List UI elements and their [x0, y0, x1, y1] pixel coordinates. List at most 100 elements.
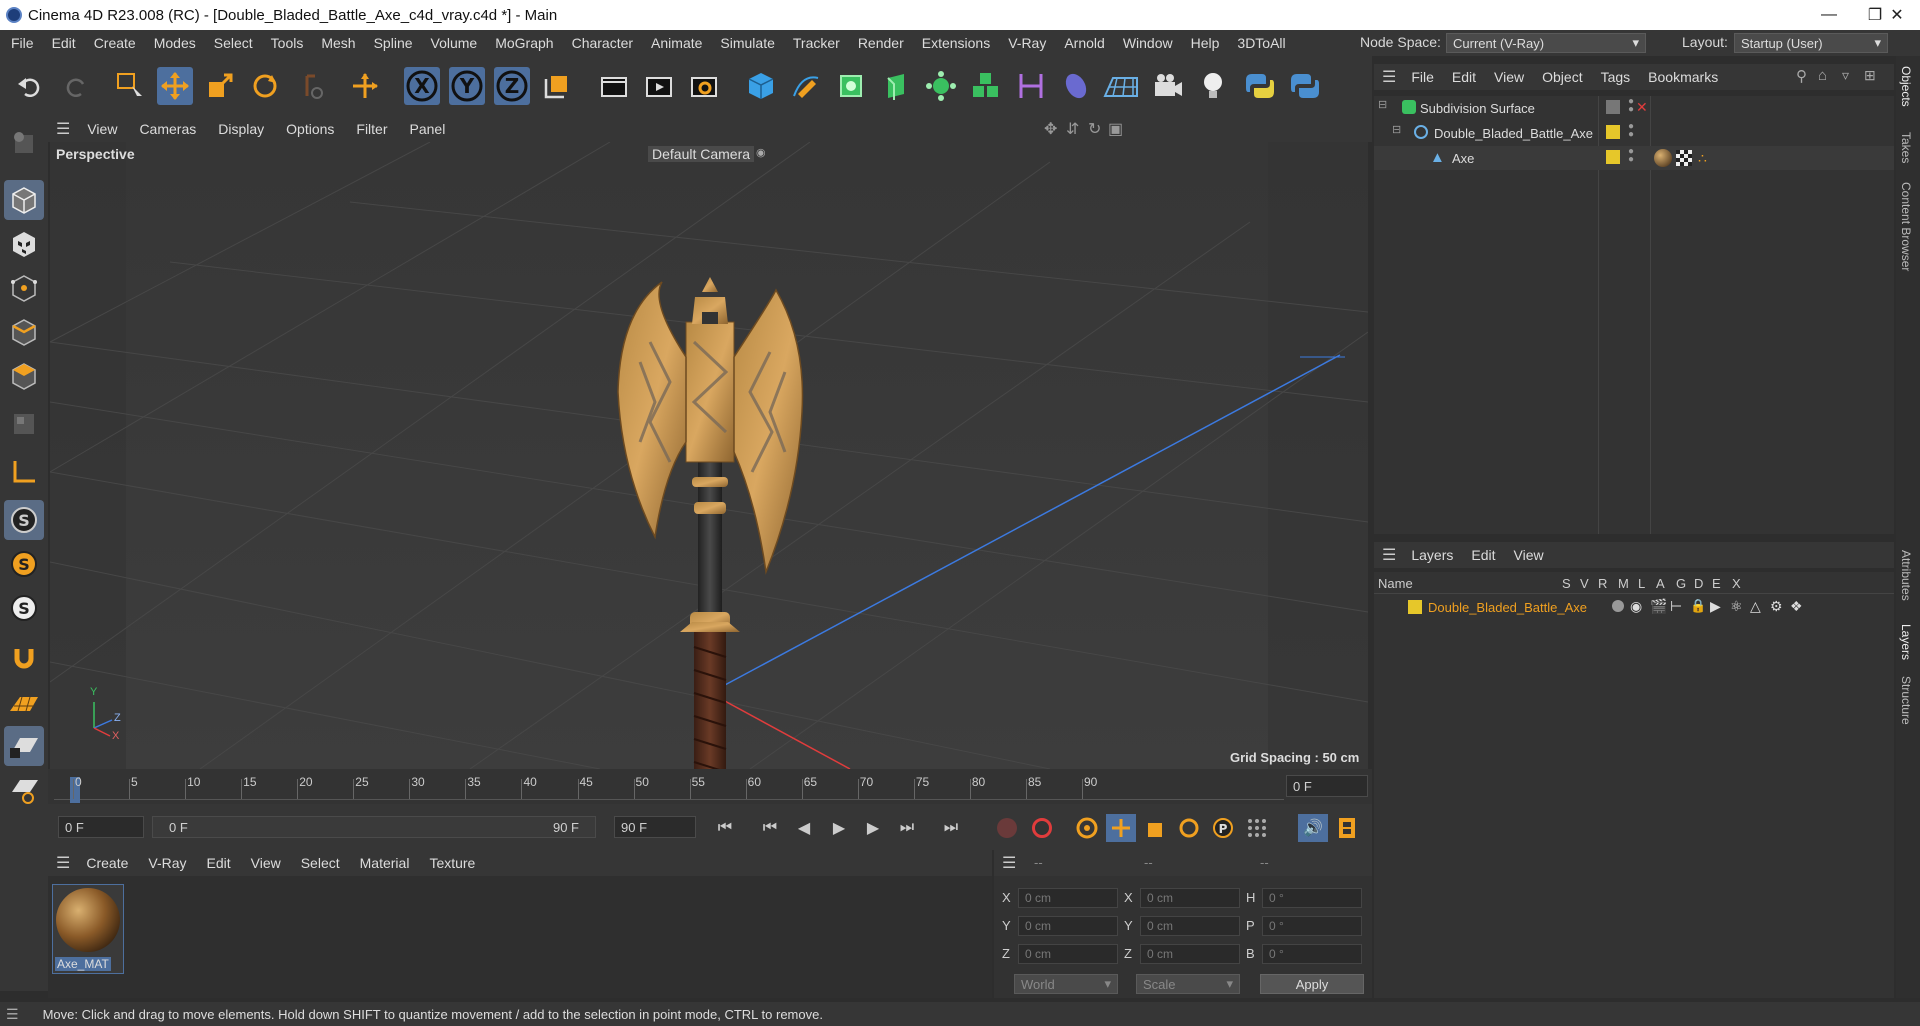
phong-tag-icon[interactable]: ∴ [1698, 150, 1707, 167]
object-menu-item-bookmarks[interactable]: Bookmarks [1639, 69, 1727, 85]
layer-manager-icon[interactable]: ⊢ [1670, 598, 1682, 615]
rot-p-field[interactable]: 0 ° [1262, 916, 1362, 936]
pos-z-field[interactable]: 0 cm [1018, 944, 1118, 964]
render-settings-icon[interactable] [686, 67, 722, 105]
previous-key-button[interactable]: ⏮ [755, 814, 785, 842]
render-region-icon[interactable] [596, 67, 632, 105]
scale-tool-icon[interactable] [202, 67, 238, 105]
layer-menu-item-layers[interactable]: Layers [1402, 547, 1462, 563]
visibility-dots-icon[interactable]: ● ● [1628, 147, 1634, 165]
mograph-cubes-icon[interactable] [968, 67, 1004, 105]
key-pla-icon[interactable] [1242, 814, 1272, 842]
solo-mode-icon[interactable]: S [4, 500, 44, 540]
y-axis-lock-button[interactable]: Y [449, 67, 485, 105]
field-icon[interactable] [1058, 67, 1094, 105]
model-mode-icon[interactable] [4, 180, 44, 220]
size-x-field[interactable]: 0 cm [1140, 888, 1240, 908]
layer-color-icon[interactable] [1606, 150, 1620, 164]
undo-button[interactable] [12, 67, 48, 105]
menu-item-volume[interactable]: Volume [422, 35, 487, 51]
snap-magnet-icon[interactable] [4, 638, 44, 678]
key-parameter-icon[interactable]: P [1208, 814, 1238, 842]
object-row-battle-axe[interactable]: ⊟ Double_Bladed_Battle_Axe ● ● [1374, 121, 1894, 145]
go-to-start-button[interactable]: ⏮ [710, 814, 740, 842]
layer-column-x[interactable]: X [1732, 576, 1741, 591]
menu-item-modes[interactable]: Modes [145, 35, 205, 51]
key-position-icon[interactable] [1106, 814, 1136, 842]
tab-objects[interactable]: Objects [1899, 66, 1913, 107]
menu-item-extensions[interactable]: Extensions [913, 35, 999, 51]
object-menu-item-file[interactable]: File [1402, 69, 1443, 85]
locked-workplane-icon[interactable] [4, 726, 44, 766]
layer-expressions-icon[interactable]: ⚙ [1770, 598, 1783, 615]
next-key-button[interactable]: ⏭ [892, 814, 922, 842]
viewport-move-icon[interactable]: ✥ [1044, 119, 1057, 139]
new-view-icon[interactable]: ⊞ [1864, 67, 1876, 84]
material-menu-item-select[interactable]: Select [291, 855, 350, 871]
coords-menu-icon[interactable]: ☰ [1002, 853, 1016, 873]
next-frame-button[interactable]: ▶ [858, 814, 888, 842]
node-space-dropdown[interactable]: Current (V-Ray) ▾ [1446, 33, 1646, 53]
size-z-field[interactable]: 0 cm [1140, 944, 1240, 964]
range-slider[interactable]: 0 F 90 F [152, 816, 596, 838]
tab-takes[interactable]: Takes [1899, 132, 1913, 163]
edge-mode-icon[interactable] [4, 312, 44, 352]
menu-item-3dtoall[interactable]: 3DToAll [1228, 35, 1294, 51]
menu-item-file[interactable]: File [2, 35, 43, 51]
solo-hierarchy-icon[interactable]: S [4, 544, 44, 584]
home-icon[interactable]: ⌂ [1818, 67, 1827, 84]
texture-mode-icon[interactable] [4, 224, 44, 264]
camera-icon[interactable] [1150, 67, 1186, 105]
coordinate-system-icon[interactable] [539, 67, 575, 105]
cube-object-icon[interactable] [743, 67, 779, 105]
layer-column-s[interactable]: S [1562, 576, 1571, 591]
size-mode-dropdown[interactable]: Scale ▾ [1136, 974, 1240, 994]
coordinate-mode-dropdown[interactable]: World ▾ [1014, 974, 1118, 994]
timeline-ruler[interactable]: 0 5 10 15 20 25 30 35 40 45 50 55 60 65 70 75 80 85 90 0 F [48, 769, 1372, 804]
start-frame-field[interactable]: 0 F [58, 816, 144, 838]
layer-column-m[interactable]: M [1618, 576, 1629, 591]
object-row-subdivision[interactable]: ⊟ Subdivision Surface ● ● ✕ [1374, 96, 1894, 120]
camera-label[interactable]: Default Camera [648, 146, 755, 162]
menu-item-window[interactable]: Window [1114, 35, 1182, 51]
pen-spline-icon[interactable] [788, 67, 824, 105]
viewport-rotate-icon[interactable]: ↻ [1088, 119, 1101, 139]
visibility-dots-icon[interactable]: ● ● [1628, 122, 1634, 140]
sound-icon[interactable]: 🔊 [1298, 814, 1328, 842]
layer-animation-icon[interactable]: ▶ [1710, 598, 1721, 615]
material-item[interactable]: Axe_MAT [52, 884, 124, 974]
object-menu-item-object[interactable]: Object [1533, 69, 1591, 85]
solo-off-icon[interactable]: S [4, 588, 44, 628]
menu-item-tracker[interactable]: Tracker [784, 35, 849, 51]
viewport-menu-item-options[interactable]: Options [275, 121, 345, 137]
viewport-zoom-icon[interactable]: ⇵ [1066, 119, 1079, 139]
menu-item-mograph[interactable]: MoGraph [486, 35, 562, 51]
layer-row[interactable]: Double_Bladed_Battle_Axe ◉ 🎬 ⊢ 🔒 ▶ ⚛ △ ⚙… [1374, 596, 1894, 620]
viewport-menu-item-view[interactable]: View [76, 121, 128, 137]
layer-column-d[interactable]: D [1694, 576, 1703, 591]
viewport-menu-item-filter[interactable]: Filter [345, 121, 398, 137]
object-menu-item-edit[interactable]: Edit [1443, 69, 1485, 85]
viewport-menu-item-cameras[interactable]: Cameras [128, 121, 207, 137]
visibility-dots-icon[interactable]: ● ● [1628, 97, 1634, 115]
layer-menu-item-view[interactable]: View [1505, 547, 1553, 563]
collapse-icon[interactable]: ⊟ [1392, 123, 1401, 136]
layout-dropdown[interactable]: Startup (User) ▾ [1734, 33, 1888, 53]
z-axis-lock-button[interactable]: Z [494, 67, 530, 105]
play-button[interactable]: ▶ [824, 814, 854, 842]
disabled-x-icon[interactable]: ✕ [1636, 99, 1648, 116]
layer-deformers-icon[interactable]: △ [1750, 598, 1761, 615]
layer-xref-icon[interactable]: ❖ [1790, 598, 1803, 615]
size-y-field[interactable]: 0 cm [1140, 916, 1240, 936]
recent-tool-icon[interactable] [294, 67, 330, 105]
workplane-icon[interactable] [4, 684, 44, 724]
transform-tool-icon[interactable] [347, 67, 383, 105]
menu-item-arnold[interactable]: Arnold [1055, 35, 1113, 51]
layer-column-g[interactable]: G [1676, 576, 1686, 591]
close-button[interactable]: ✕ [1874, 0, 1920, 30]
live-selection-icon[interactable] [112, 67, 148, 105]
layer-column-l[interactable]: L [1638, 576, 1645, 591]
uv-mode-icon[interactable] [4, 404, 44, 444]
filter-icon[interactable]: ▿ [1842, 67, 1849, 84]
layer-solo-icon[interactable] [1612, 600, 1624, 612]
